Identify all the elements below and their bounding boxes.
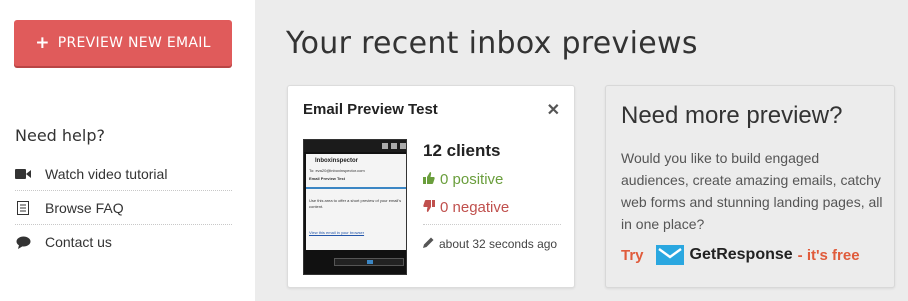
preview-card[interactable]: Email Preview Test ✕ Inboxinspector To: …	[287, 85, 575, 288]
getresponse-brand: GetResponse	[689, 246, 793, 263]
email-thumbnail[interactable]: Inboxinspector To: eva20@inboxinspector.…	[303, 139, 407, 275]
preview-new-email-label: PREVIEW NEW EMAIL	[57, 35, 211, 51]
help-item-label: Browse FAQ	[45, 199, 124, 216]
promo-text: Would you like to build engaged audience…	[621, 150, 883, 232]
positive-label: 0 positive	[440, 171, 504, 188]
preview-card-title[interactable]: Email Preview Test	[303, 101, 438, 118]
sidebar: + PREVIEW NEW EMAIL Need help? Watch vid…	[0, 0, 255, 301]
need-help-heading: Need help?	[15, 126, 105, 145]
negative-count: 0 negative	[423, 199, 509, 216]
speech-bubble-icon	[15, 236, 31, 249]
preview-new-email-button[interactable]: + PREVIEW NEW EMAIL	[14, 20, 232, 66]
document-icon	[15, 200, 31, 215]
promo-box: Need more preview? Would you like to bui…	[605, 85, 895, 288]
thumbnail-link: View this email in your browser	[309, 230, 365, 235]
help-item-faq[interactable]: Browse FAQ	[15, 191, 232, 225]
thumbnail-email: Inboxinspector To: eva20@inboxinspector.…	[306, 154, 406, 250]
thumbs-down-icon	[423, 199, 435, 216]
pencil-icon	[423, 237, 434, 251]
getresponse-link[interactable]: Try GetResponse - it's free	[621, 243, 860, 267]
thumbnail-brand: Inboxinspector	[315, 158, 359, 164]
updated-time: about 32 seconds ago	[423, 237, 557, 251]
negative-label: 0 negative	[440, 199, 510, 216]
help-item-contact[interactable]: Contact us	[15, 225, 232, 259]
thumbnail-subject: Email Preview Test	[309, 176, 345, 181]
help-links: Watch video tutorial Browse FAQ Contact …	[15, 157, 232, 259]
positive-count: 0 positive	[423, 171, 503, 188]
promo-try-label: Try	[621, 246, 644, 264]
help-item-label: Watch video tutorial	[45, 165, 168, 182]
video-camera-icon	[15, 168, 31, 180]
thumbnail-body: Use this area to offer a short preview o…	[309, 198, 402, 209]
page-title: Your recent inbox previews	[286, 26, 698, 61]
thumbnail-to-line: To: eva20@inboxinspector.com	[309, 168, 365, 173]
help-item-label: Contact us	[45, 234, 112, 250]
plus-icon: +	[35, 32, 50, 53]
thumbnail-divider	[306, 187, 406, 189]
help-item-video-tutorial[interactable]: Watch video tutorial	[15, 157, 232, 191]
promo-title: Need more preview?	[621, 102, 843, 129]
clients-count: 12 clients	[423, 141, 501, 160]
promo-free-label: - it's free	[797, 246, 860, 264]
updated-label: about 32 seconds ago	[439, 237, 558, 251]
thumbs-up-icon	[423, 171, 435, 188]
card-divider	[423, 224, 561, 225]
envelope-icon	[655, 245, 684, 265]
thumbnail-status-bar	[304, 140, 406, 152]
thumbnail-scrollbar	[334, 258, 404, 266]
close-icon[interactable]: ✕	[547, 100, 560, 120]
